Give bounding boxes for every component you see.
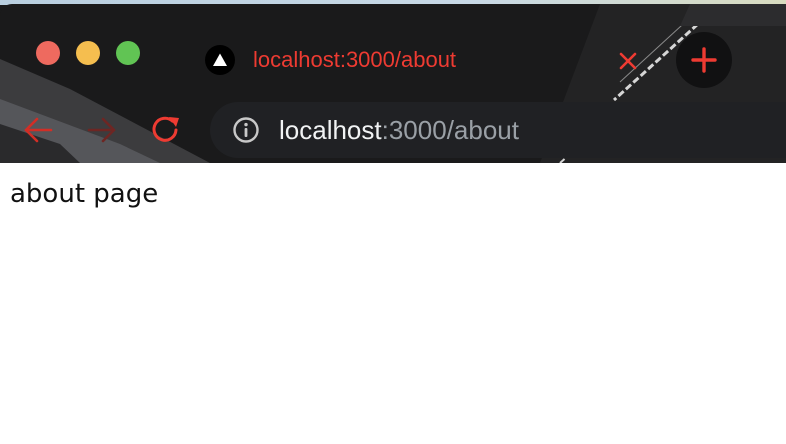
info-icon[interactable] [232,116,260,144]
vercel-triangle-icon [205,45,235,75]
reload-button[interactable] [148,112,184,148]
window-maximize-button[interactable] [116,41,140,65]
browser-chrome: localhost:3000/about localhost:3000/abou… [0,0,786,163]
page-content: about page [0,163,786,444]
browser-frame: localhost:3000/about localhost:3000/abou… [0,4,786,163]
url-text[interactable]: localhost:3000/about [279,115,519,145]
window-close-button[interactable] [36,41,60,65]
address-bar[interactable]: localhost:3000/about [210,102,786,158]
window-minimize-button[interactable] [76,41,100,65]
new-tab-button[interactable] [676,32,732,88]
forward-button[interactable] [84,112,120,148]
url-path: :3000/about [381,115,519,145]
url-host: localhost [279,115,382,145]
browser-tab[interactable]: localhost:3000/about [187,28,657,90]
tab-title: localhost:3000/about [253,47,457,72]
arrow-right-icon [87,117,116,143]
close-tab-icon[interactable] [615,48,641,74]
reload-icon [152,116,179,142]
page-body-text: about page [10,179,159,209]
plus-icon [691,47,717,73]
back-button[interactable] [20,112,56,148]
arrow-left-icon [24,117,53,143]
